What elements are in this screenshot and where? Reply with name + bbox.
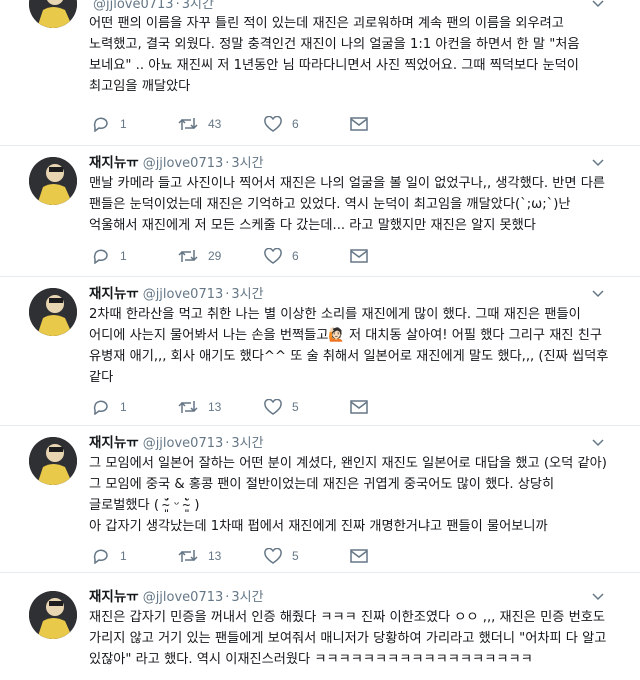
retweet-count: 43 [208,117,222,131]
divider [0,276,640,277]
tweet-actions: 1 43 6 [92,115,436,133]
author-handle[interactable]: @jjlove0713 [143,590,224,605]
retweet-count: 13 [208,400,222,414]
chevron-down-icon[interactable] [592,593,604,601]
tweet-text: 맨날 카메라 들고 사진이나 찍어서 재진은 나의 얼굴을 볼 일이 없었구나,… [89,176,610,233]
avatar[interactable] [29,157,77,205]
author-name[interactable]: 재지뉴ㅠ [89,155,139,171]
heart-icon [264,248,282,264]
reply-count: 1 [120,249,127,263]
reply-icon [93,549,108,564]
divider [0,145,640,146]
tweet-actions: 1 13 5 [92,398,436,416]
reply-icon [93,400,108,415]
like-button[interactable]: 6 [264,247,350,265]
reply-count: 1 [120,400,127,414]
author-name[interactable]: 재지뉴ㅠ [89,286,139,302]
dm-button[interactable] [350,398,436,416]
tweet[interactable]: @jjlove0713 · 3시간 어떤 팬의 이름을 자꾸 틀린 적이 있는데 재… [0,0,640,148]
author-handle[interactable]: @jjlove0713 [143,156,224,171]
separator-dot: · [225,287,230,302]
divider [0,425,640,426]
like-button[interactable]: 5 [264,547,350,565]
reply-icon [93,249,108,264]
tweet[interactable]: 재지뉴ㅠ @jjlove0713 · 3시간 맨날 카메라 들고 사진이나 찍어서 재… [0,153,640,276]
divider [0,572,640,573]
reply-button[interactable]: 1 [92,398,178,416]
timestamp[interactable]: 3시간 [182,0,214,12]
envelope-icon [350,549,368,563]
dm-button[interactable] [350,115,436,133]
separator-dot: · [225,590,230,605]
tweet-text: 어떤 팬의 이름을 자꾸 틀린 적이 있는데 재진은 괴로워하며 계속 팬의 이… [89,16,584,94]
author-name[interactable]: 재지뉴ㅠ [89,435,139,451]
reply-count: 1 [120,549,127,563]
retweet-button[interactable]: 13 [178,398,264,416]
separator-dot: · [225,436,230,451]
tweet-actions: 1 13 5 [92,547,436,565]
like-button[interactable]: 6 [264,115,350,133]
timestamp[interactable]: 3시간 [231,590,263,605]
heart-icon [264,116,282,132]
tweet[interactable]: 재지뉴ㅠ @jjlove0713 · 3시간 재진은 갑자기 민증을 꺼내서 인증 해… [0,587,640,680]
reply-button[interactable]: 1 [92,115,178,133]
tweet[interactable]: 재지뉴ㅠ @jjlove0713 · 3시간 그 모임에서 일본어 잘하는 어떤 분이… [0,433,640,565]
retweet-count: 13 [208,549,222,563]
tweet-actions: 1 29 6 [92,247,436,265]
like-count: 6 [292,249,299,263]
chevron-down-icon[interactable] [592,439,604,447]
like-count: 6 [292,117,299,131]
reply-count: 1 [120,117,127,131]
timestamp[interactable]: 3시간 [231,287,263,302]
reply-icon [93,117,108,132]
tweet-text: 2차때 한라산을 먹고 취한 나는 별 이상한 소리를 재진에게 많이 했다. … [89,307,613,385]
avatar[interactable] [29,591,77,639]
reply-button[interactable]: 1 [92,247,178,265]
author-handle[interactable]: @jjlove0713 [143,287,224,302]
dm-button[interactable] [350,247,436,265]
chevron-down-icon[interactable] [592,159,604,167]
author-handle[interactable]: @jjlove0713 [143,436,224,451]
avatar[interactable] [29,437,77,485]
retweet-icon [178,401,198,413]
retweet-count: 29 [208,249,222,263]
avatar[interactable] [29,288,77,336]
envelope-icon [350,249,368,263]
like-count: 5 [292,400,299,414]
timestamp[interactable]: 3시간 [231,156,263,171]
tweet-text: 그 모임에서 일본어 잘하는 어떤 분이 계셨다, 왠인지 재진도 일본어로 대… [89,456,607,534]
avatar[interactable] [29,0,77,28]
like-count: 5 [292,549,299,563]
envelope-icon [350,117,368,131]
like-button[interactable]: 5 [264,398,350,416]
heart-icon [264,399,282,415]
reply-button[interactable]: 1 [92,547,178,565]
separator-dot: · [175,0,180,12]
author-handle[interactable]: @jjlove0713 [93,0,174,12]
retweet-icon [178,550,198,562]
timestamp[interactable]: 3시간 [231,436,263,451]
chevron-down-icon[interactable] [592,0,604,8]
tweet[interactable]: 재지뉴ㅠ @jjlove0713 · 3시간 2차때 한라산을 먹고 취한 나는 별 … [0,284,640,421]
separator-dot: · [225,156,230,171]
envelope-icon [350,400,368,414]
retweet-button[interactable]: 13 [178,547,264,565]
retweet-icon [178,250,198,262]
dm-button[interactable] [350,547,436,565]
author-name[interactable]: 재지뉴ㅠ [89,589,139,605]
retweet-icon [178,118,198,130]
tweet-text: 재진은 갑자기 민증을 꺼내서 인증 해줬다 ㅋㅋㅋ 진짜 이한조였다 ㅇㅇ ,… [89,610,611,667]
chevron-down-icon[interactable] [592,290,604,298]
retweet-button[interactable]: 29 [178,247,264,265]
retweet-button[interactable]: 43 [178,115,264,133]
heart-icon [264,548,282,564]
